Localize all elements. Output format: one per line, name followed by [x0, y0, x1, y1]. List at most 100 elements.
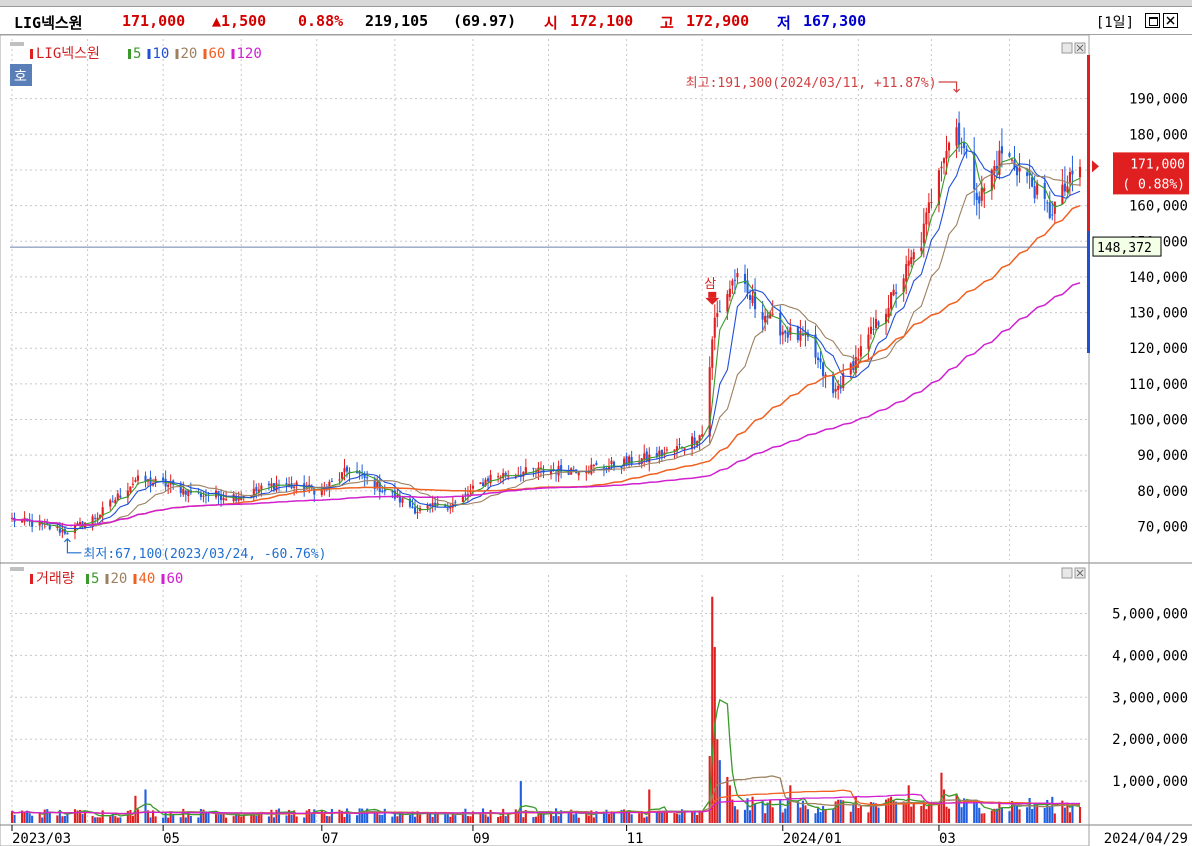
candle-body — [905, 264, 908, 282]
volume-bar — [308, 809, 311, 823]
candle-body — [471, 485, 475, 489]
volume-bar — [754, 803, 757, 823]
volume-bar — [114, 816, 117, 823]
candle-body — [426, 505, 429, 509]
candle-body — [761, 312, 764, 320]
volume-bar — [973, 800, 976, 823]
candle-body — [852, 361, 855, 371]
candle-body — [736, 272, 739, 278]
volume-bar — [638, 813, 641, 823]
candle-body — [109, 500, 112, 507]
candle-body — [1066, 186, 1069, 193]
chart-area[interactable]: 70,000 80,000 90,000 100,000 110,000 120,000 1… — [0, 35, 1192, 846]
volume-bar — [63, 815, 66, 823]
candle-body — [1033, 186, 1036, 199]
volume-bar — [655, 811, 658, 823]
open-price: 172,100 — [570, 12, 634, 30]
volume-bar — [978, 807, 981, 823]
candle-body — [330, 480, 333, 482]
volume-bar — [504, 816, 507, 823]
candle-body — [585, 472, 588, 474]
candle-body — [1010, 159, 1014, 161]
volume-bar — [998, 801, 1001, 823]
volume-bar — [572, 814, 575, 823]
volume-bar — [499, 815, 502, 823]
volume-bar — [592, 817, 595, 823]
volume-bar — [487, 816, 490, 823]
volume-bar — [96, 817, 99, 823]
volume-bar — [172, 814, 175, 823]
candle-body — [577, 472, 580, 476]
change-percent: 0.88% — [298, 12, 344, 30]
volume-bar — [1028, 797, 1031, 823]
candle-body — [73, 525, 77, 534]
candle-body — [751, 295, 754, 304]
maximize-button[interactable] — [1145, 13, 1160, 28]
candle-body — [892, 289, 895, 296]
volume-bar — [323, 813, 326, 823]
volume-bar — [1078, 806, 1082, 823]
legend-ma-label: 60 — [209, 46, 226, 62]
candle-body — [678, 444, 681, 446]
price-tick-label: 180,000 — [1129, 127, 1188, 143]
volume-bar — [761, 800, 764, 823]
volume-bar — [451, 813, 454, 823]
volume-bar — [905, 804, 908, 823]
volume-bar — [814, 813, 817, 823]
volume-bar — [678, 814, 681, 823]
candle-body — [910, 257, 913, 264]
volume-bar — [983, 813, 986, 823]
candle-body — [877, 321, 880, 326]
low-price: 167,300 — [803, 12, 867, 30]
volume-bar — [832, 809, 835, 823]
volume-bar — [902, 801, 905, 823]
volume-bar — [912, 804, 915, 823]
candle-body — [726, 294, 729, 312]
date-tick-label: 03 — [939, 831, 956, 846]
volume-bar — [46, 809, 49, 823]
period-selector[interactable]: [1일] — [1096, 12, 1134, 32]
volume-bar — [947, 808, 951, 823]
volume-bar — [673, 812, 676, 823]
volume-bar — [469, 816, 472, 823]
volume-bar — [436, 813, 439, 823]
price-tick-label: 90,000 — [1137, 448, 1188, 464]
volume-tick-label: 3,000,000 — [1112, 690, 1188, 706]
volume-bar — [413, 816, 417, 823]
close-button[interactable] — [1163, 13, 1178, 28]
volume-bar — [549, 813, 553, 823]
candle-body — [837, 385, 840, 390]
candle-body — [595, 463, 598, 465]
volume-bar — [819, 812, 822, 823]
volume-bar — [728, 785, 731, 823]
volume-bar — [1013, 803, 1016, 823]
volume-bar — [272, 817, 276, 823]
volume-bar — [179, 817, 182, 823]
volume-bar — [867, 812, 870, 823]
volume-bar — [99, 817, 102, 823]
candle-body — [222, 497, 225, 501]
candle-body — [497, 476, 500, 478]
volume-bar — [645, 816, 648, 823]
candle-body — [733, 279, 736, 281]
candle-body — [401, 498, 404, 503]
volume-bar — [804, 805, 807, 823]
volume-bar — [240, 816, 243, 823]
legend-ma-label: 5 — [91, 571, 99, 587]
price-tick-label: 80,000 — [1137, 484, 1188, 500]
volume-bar — [1000, 807, 1003, 823]
volume-bar — [214, 813, 218, 823]
volume-bar — [126, 810, 129, 823]
volume-bar — [575, 813, 578, 823]
volume-bar — [784, 808, 787, 823]
candle-body — [479, 482, 482, 485]
volume-bar — [849, 811, 852, 823]
volume-bar — [660, 811, 663, 823]
date-tick-label: 05 — [163, 831, 180, 846]
crosshair-price-label: 148,372 — [1092, 236, 1162, 257]
volume-ratio: (69.97) — [453, 12, 517, 30]
panel-badge-text: 호 — [14, 69, 27, 85]
volume-bar — [429, 813, 432, 823]
candle-body — [857, 358, 860, 360]
volume-bar — [731, 799, 734, 823]
